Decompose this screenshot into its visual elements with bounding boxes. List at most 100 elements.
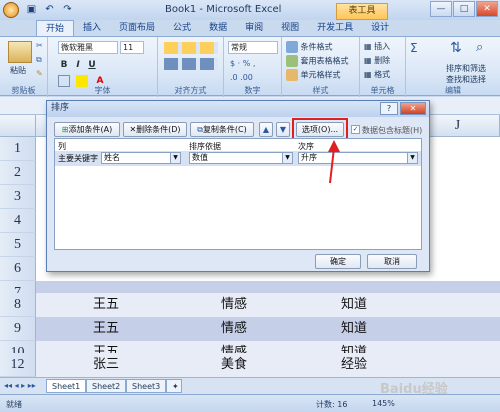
row-header[interactable]: 8 [0, 293, 36, 317]
ribbon: 粘贴 ✂ ⧉ ✎ 剪贴板 微软雅黑 11 B I U A 字体 对齐方式 常规 … [0, 36, 500, 97]
row-header[interactable]: 12 [0, 353, 36, 377]
sort-filter-label[interactable]: 排序和筛选 [446, 63, 486, 74]
tab-data[interactable]: 数据 [200, 20, 236, 37]
table-cell[interactable]: 知道 [292, 293, 416, 317]
table-cell[interactable]: 经验 [292, 353, 416, 377]
sheet-nav-arrows[interactable]: ◂◂ ◂ ▸ ▸▸ [4, 381, 36, 390]
find-select-label[interactable]: 查找和选择 [446, 74, 486, 85]
cell-styles-icon [286, 69, 298, 81]
bold-button[interactable]: B [58, 59, 70, 71]
cell-styles-button[interactable]: 单元格样式 [286, 69, 341, 81]
insert-cells-button[interactable]: ▦ 插入 [364, 41, 390, 52]
select-all-corner[interactable] [0, 115, 36, 137]
row-header[interactable]: 3 [0, 185, 36, 209]
clipboard-group-label: 剪贴板 [11, 86, 36, 95]
redo-icon[interactable]: ↷ [60, 2, 75, 17]
tab-view[interactable]: 视图 [272, 20, 308, 37]
styles-group: 条件格式 套用表格格式 单元格样式 样式 [282, 37, 360, 97]
table-row[interactable]: 张三 美食 经验 [36, 353, 500, 377]
add-level-button[interactable]: ⊞添加条件(A) [54, 122, 120, 137]
ok-button[interactable]: 确定 [315, 254, 361, 269]
table-cell[interactable]: 知道 [292, 317, 416, 341]
tab-review[interactable]: 审阅 [236, 20, 272, 37]
table-cell[interactable]: 张三 [36, 353, 176, 377]
table-row[interactable] [36, 281, 500, 293]
underline-button[interactable]: U [86, 59, 98, 71]
table-tools-context-tab: 表工具 [336, 3, 388, 20]
tab-design[interactable]: 设计 [362, 20, 398, 37]
find-select-icon[interactable]: ⌕ [476, 40, 483, 55]
insert-sheet-icon[interactable]: ✦ [166, 379, 182, 393]
close-button[interactable]: ✕ [476, 1, 498, 17]
italic-button[interactable]: I [72, 59, 84, 71]
align-top-icons[interactable] [164, 42, 218, 54]
move-down-icon[interactable]: ▼ [276, 122, 290, 137]
copy-level-button[interactable]: ⧉复制条件(C) [190, 122, 254, 137]
headers-checkbox[interactable]: ✓ [351, 125, 360, 134]
table-cell[interactable]: 情感 [176, 293, 292, 317]
format-cells-button[interactable]: ▦ 格式 [364, 69, 390, 80]
delete-level-label: 删除条件(D) [136, 125, 181, 134]
zoom-level[interactable]: 145% [372, 399, 395, 408]
table-row[interactable]: 王五 情感 知道 [36, 293, 500, 317]
sort-filter-icon[interactable]: ⇅ [450, 40, 462, 56]
copy-icon[interactable]: ⧉ [36, 55, 42, 65]
annotation-arrow [328, 140, 340, 184]
tab-formulas[interactable]: 公式 [164, 20, 200, 37]
sort-levels-list[interactable]: 列 排序依据 次序 主要关键字 姓名 ▼ 数值 ▼ 升序 ▼ [54, 138, 422, 250]
status-count: 计数: 16 [316, 400, 348, 409]
office-button[interactable] [3, 2, 19, 18]
format-painter-icon[interactable]: ✎ [36, 69, 43, 78]
cancel-button[interactable]: 取消 [367, 254, 417, 269]
table-cell[interactable]: 情感 [176, 317, 292, 341]
row-header[interactable]: 1 [0, 137, 36, 161]
row-header[interactable]: 6 [0, 257, 36, 281]
headers-checkbox-label: 数据包含标题(H) [362, 126, 423, 135]
delete-level-button[interactable]: ✕删除条件(D) [123, 122, 187, 137]
font-group-label: 字体 [94, 86, 111, 95]
decimal-icon[interactable]: .0 .00 [230, 73, 253, 82]
table-cell[interactable]: 王五 [36, 317, 176, 341]
row-header[interactable]: 9 [0, 317, 36, 341]
row-header[interactable]: 4 [0, 209, 36, 233]
save-icon[interactable]: ▣ [24, 2, 39, 17]
tab-insert[interactable]: 插入 [74, 20, 110, 37]
currency-icon[interactable]: $ · % , [230, 59, 255, 68]
conditional-format-button[interactable]: 条件格式 [286, 41, 333, 53]
minimize-button[interactable]: — [430, 1, 452, 17]
column-select[interactable]: 姓名 ▼ [101, 152, 181, 164]
title-bar: ▣ ↶ ↷ Book1 - Microsoft Excel 表工具 — □ ✕ [0, 0, 500, 20]
align-center-icons[interactable] [164, 58, 218, 70]
table-row[interactable]: 王五 情感 知道 [36, 317, 500, 341]
font-size-combo[interactable]: 11 [120, 41, 144, 54]
quick-access-toolbar: ▣ ↶ ↷ [24, 2, 75, 17]
delete-cells-button[interactable]: ▦ 删除 [364, 55, 390, 66]
table-cell[interactable]: 美食 [176, 353, 292, 377]
cut-icon[interactable]: ✂ [36, 41, 43, 50]
number-format-combo[interactable]: 常规 [228, 41, 278, 54]
font-name-combo[interactable]: 微软雅黑 [58, 41, 118, 54]
tab-page-layout[interactable]: 页面布局 [110, 20, 164, 37]
sheet-tab[interactable]: Sheet2 [86, 379, 127, 393]
tab-home[interactable]: 开始 [36, 20, 75, 37]
sheet-tab[interactable]: Sheet3 [126, 379, 167, 393]
chevron-down-icon: ▼ [282, 153, 292, 163]
row-header[interactable]: 2 [0, 161, 36, 185]
dialog-close-icon[interactable]: ✕ [400, 102, 426, 115]
paste-icon[interactable] [8, 41, 32, 63]
help-icon[interactable]: ? [380, 102, 398, 115]
tab-developer[interactable]: 开发工具 [308, 20, 362, 37]
sum-icon[interactable]: Σ [410, 41, 418, 55]
paste-button-label[interactable]: 粘贴 [10, 65, 26, 76]
sort-level-row[interactable]: 主要关键字 姓名 ▼ 数值 ▼ 升序 ▼ [55, 151, 421, 166]
maximize-button[interactable]: □ [453, 1, 475, 17]
clipboard-group: 粘贴 ✂ ⧉ ✎ 剪贴板 [0, 37, 48, 97]
sheet-tab[interactable]: Sheet1 [46, 379, 87, 393]
table-cell[interactable]: 王五 [36, 293, 176, 317]
move-up-icon[interactable]: ▲ [259, 122, 273, 137]
sort-on-select[interactable]: 数值 ▼ [189, 152, 293, 164]
format-as-table-button[interactable]: 套用表格格式 [286, 55, 349, 67]
undo-icon[interactable]: ↶ [42, 2, 57, 17]
alignment-group-label: 对齐方式 [174, 86, 207, 95]
row-header[interactable]: 5 [0, 233, 36, 257]
